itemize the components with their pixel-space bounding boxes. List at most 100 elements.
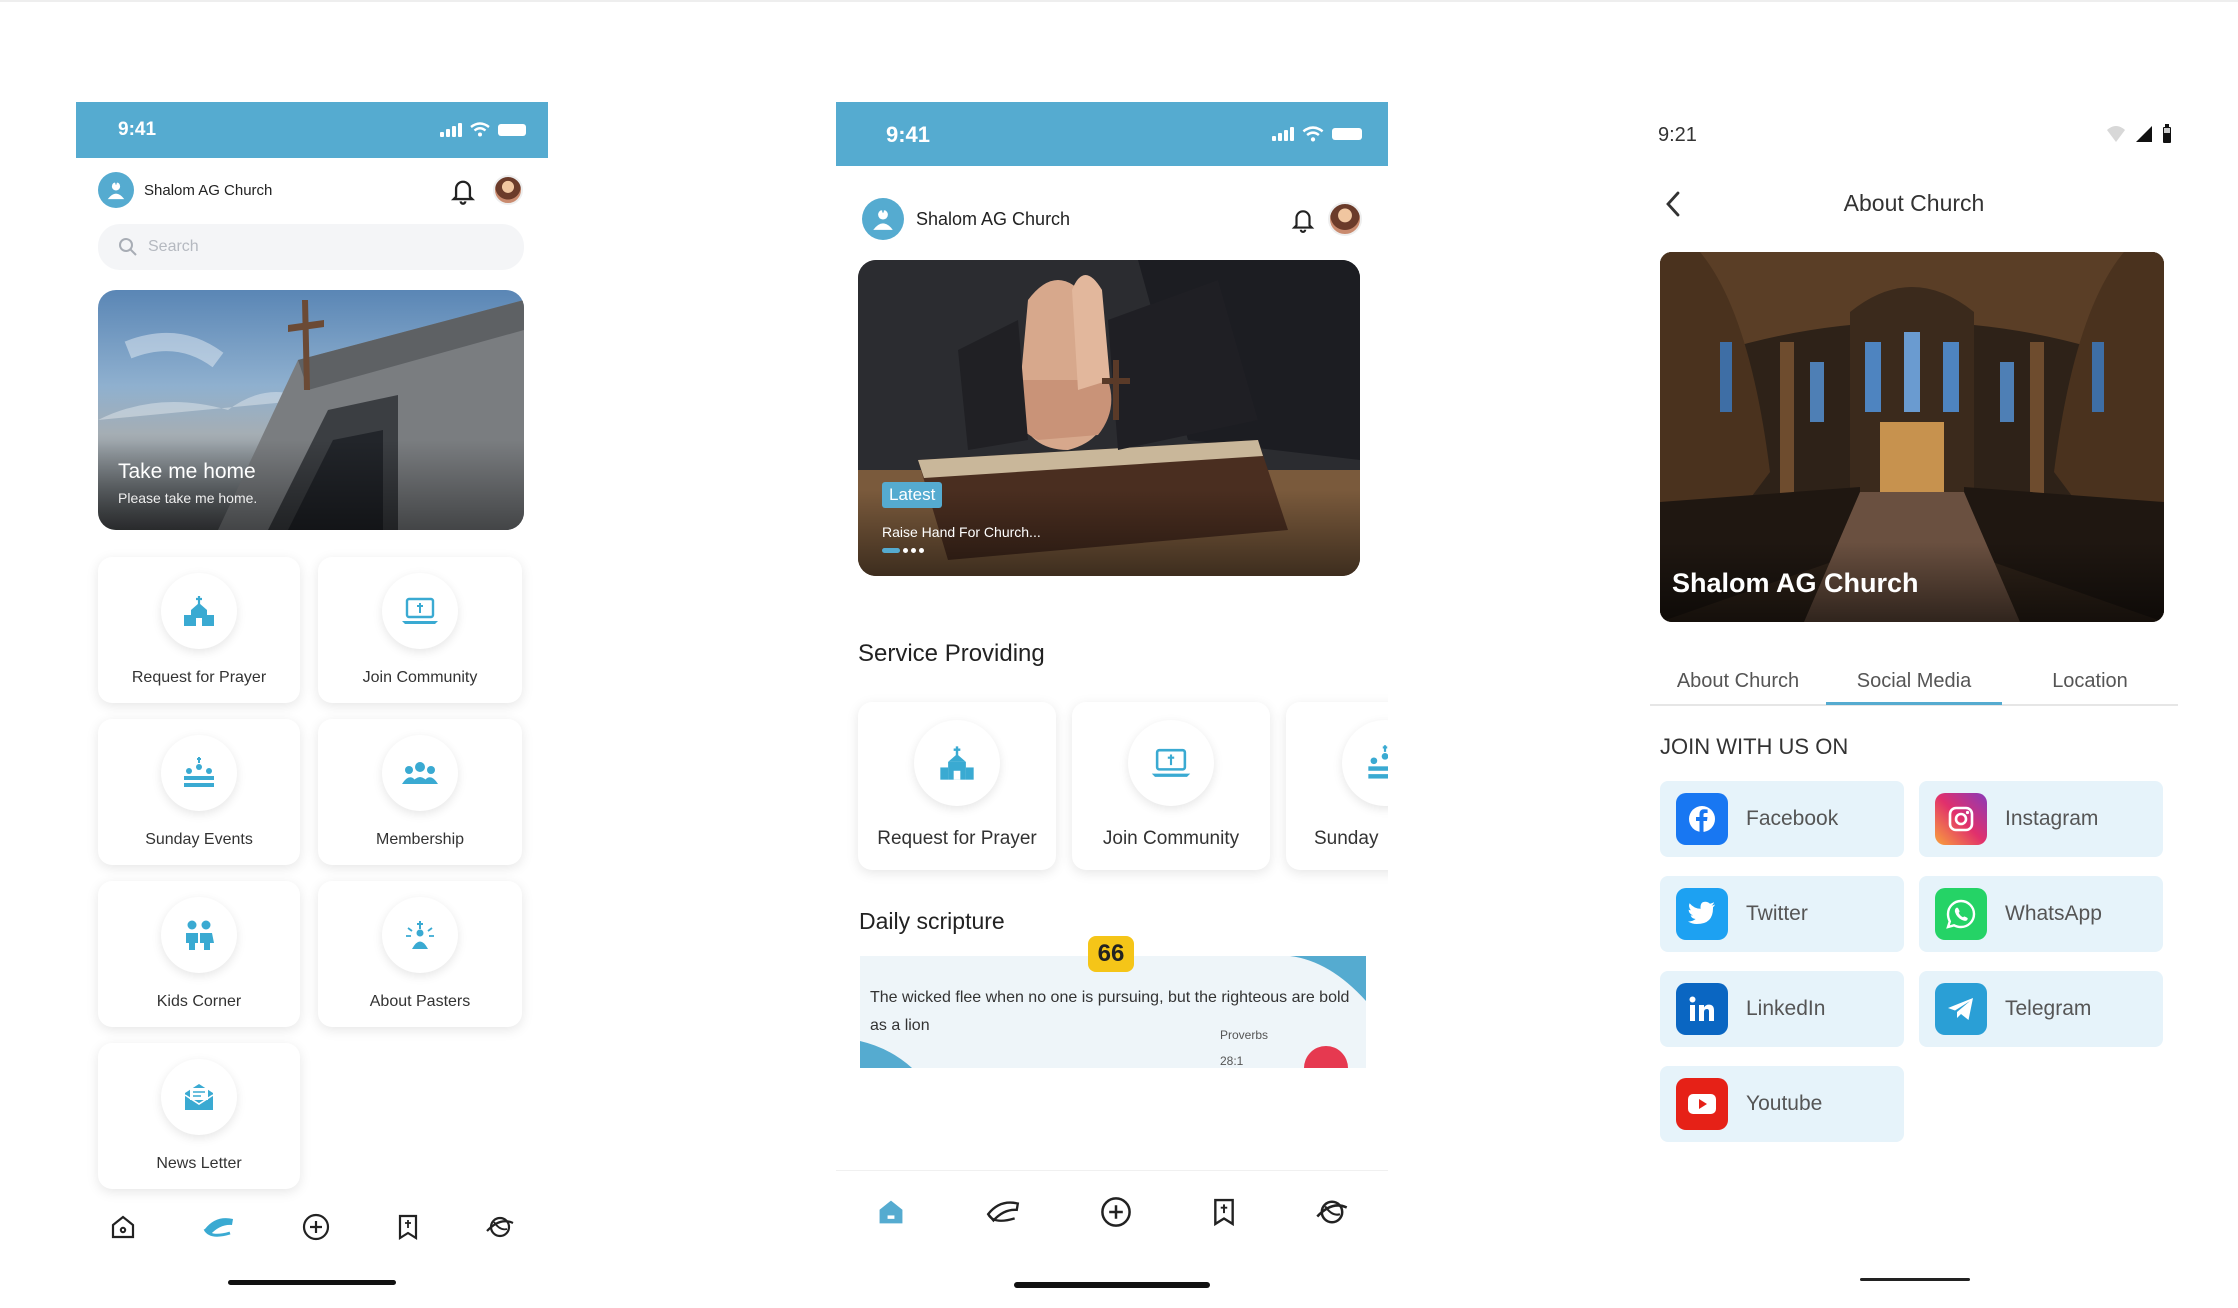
service-card-join-community[interactable]: Join Community bbox=[1072, 702, 1270, 870]
phone-screen-home-grid: 9:41 Shalom AG Church Search Take me hom… bbox=[76, 102, 548, 1302]
church-logo-icon bbox=[862, 198, 904, 240]
social-telegram[interactable]: Telegram bbox=[1919, 971, 2163, 1047]
signal-icon bbox=[1272, 127, 1294, 141]
church-interior-card: Shalom AG Church bbox=[1660, 252, 2164, 622]
service-card-sunday-events[interactable]: Sunday Events bbox=[98, 719, 300, 865]
search-placeholder: Search bbox=[148, 238, 199, 255]
scripture-book: Proverbs bbox=[1220, 1028, 1269, 1042]
social-label: Instagram bbox=[2005, 807, 2099, 830]
app-header: Shalom AG Church bbox=[98, 172, 272, 208]
battery-icon bbox=[2163, 124, 2171, 143]
latest-slider-card[interactable]: Latest Raise Hand For Church... bbox=[858, 260, 1360, 576]
bottom-nav bbox=[76, 1202, 548, 1252]
scripture-reference: 28:1 bbox=[1220, 1054, 1244, 1068]
service-card-kids-corner[interactable]: Kids Corner bbox=[98, 881, 300, 1027]
service-card-membership[interactable]: Membership bbox=[318, 719, 522, 865]
search-icon bbox=[119, 238, 137, 256]
social-youtube[interactable]: Youtube bbox=[1660, 1066, 1904, 1142]
dot bbox=[911, 548, 916, 553]
service-card-request-prayer[interactable]: Request for Prayer bbox=[98, 557, 300, 703]
quote-bubble-icon: 66 bbox=[1088, 936, 1134, 972]
status-icons bbox=[2106, 124, 2172, 144]
service-label: Kids Corner bbox=[156, 993, 242, 1010]
social-label: Telegram bbox=[2005, 997, 2092, 1020]
youtube-icon bbox=[1676, 1078, 1728, 1130]
social-linkedin[interactable]: LinkedIn bbox=[1660, 971, 1904, 1047]
instagram-icon bbox=[1935, 793, 1987, 845]
home-icon[interactable] bbox=[875, 1196, 907, 1228]
tab-social-media[interactable]: Social Media bbox=[1826, 670, 2002, 693]
notification-bell-icon[interactable] bbox=[1290, 205, 1316, 235]
social-whatsapp[interactable]: WhatsApp bbox=[1919, 876, 2163, 952]
social-label: WhatsApp bbox=[2005, 902, 2102, 925]
add-icon[interactable] bbox=[301, 1212, 331, 1242]
user-avatar[interactable] bbox=[1328, 202, 1362, 236]
scripture-text: The wicked flee when no one is pursuing,… bbox=[870, 989, 1350, 1034]
congregation-icon bbox=[161, 735, 237, 811]
banner-subtitle: Please take me home. bbox=[118, 490, 258, 506]
facebook-icon bbox=[1676, 793, 1728, 845]
bible-icon[interactable] bbox=[985, 1197, 1021, 1227]
tab-location[interactable]: Location bbox=[2002, 670, 2178, 693]
bookmark-icon[interactable] bbox=[396, 1213, 420, 1241]
bible-icon[interactable] bbox=[202, 1213, 236, 1241]
app-name: Shalom AG Church bbox=[144, 181, 273, 199]
add-icon[interactable] bbox=[1099, 1195, 1133, 1229]
nav-divider bbox=[836, 1170, 1388, 1171]
church-icon bbox=[914, 720, 1000, 806]
service-label: About Pasters bbox=[369, 993, 471, 1010]
phone-screen-about-church: 9:21 About Church Shalom AG Church About… bbox=[1634, 102, 2194, 1302]
dot bbox=[903, 548, 908, 553]
social-label: Twitter bbox=[1746, 902, 1808, 925]
tab-bar: About Church Social Media Location bbox=[1650, 666, 2178, 706]
banner-card[interactable]: Take me home Please take me home. bbox=[98, 290, 524, 530]
image-caption: Shalom AG Church bbox=[1672, 568, 1919, 598]
bookmark-icon[interactable] bbox=[1211, 1196, 1237, 1228]
group-icon bbox=[382, 735, 458, 811]
home-indicator bbox=[228, 1280, 396, 1285]
status-bar: 9:41 bbox=[836, 102, 1388, 166]
status-time: 9:41 bbox=[886, 122, 931, 147]
active-dot bbox=[882, 548, 900, 553]
social-instagram[interactable]: Instagram bbox=[1919, 781, 2163, 857]
wifi-icon bbox=[2107, 126, 2125, 142]
slider-dots[interactable] bbox=[882, 548, 924, 553]
service-label: Sunday bbox=[1314, 828, 1379, 849]
social-facebook[interactable]: Facebook bbox=[1660, 781, 1904, 857]
tab-about-church[interactable]: About Church bbox=[1650, 670, 1826, 693]
telegram-icon bbox=[1935, 983, 1987, 1035]
social-twitter[interactable]: Twitter bbox=[1660, 876, 1904, 952]
globe-icon[interactable] bbox=[1315, 1196, 1349, 1228]
home-icon[interactable] bbox=[109, 1213, 137, 1241]
service-card-about-pasters[interactable]: About Pasters bbox=[318, 881, 522, 1027]
status-bar: 9:41 bbox=[76, 102, 548, 158]
service-card-join-community[interactable]: Join Community bbox=[318, 557, 522, 703]
globe-icon[interactable] bbox=[485, 1213, 515, 1241]
wifi-icon bbox=[470, 122, 490, 137]
scripture-card[interactable]: The wicked flee when no one is pursuing,… bbox=[860, 956, 1366, 1068]
service-card-news-letter[interactable]: News Letter bbox=[98, 1043, 300, 1189]
banner-title: Take me home bbox=[118, 460, 256, 483]
service-card-sunday[interactable]: Sunday bbox=[1286, 702, 1388, 870]
user-avatar[interactable] bbox=[493, 175, 523, 205]
church-icon bbox=[161, 573, 237, 649]
twitter-icon bbox=[1676, 888, 1728, 940]
status-icons bbox=[440, 122, 526, 137]
battery-icon bbox=[498, 123, 526, 136]
notification-bell-icon[interactable] bbox=[449, 176, 477, 206]
service-label: Sunday Events bbox=[145, 831, 253, 848]
service-card-request-prayer[interactable]: Request for Prayer bbox=[858, 702, 1056, 870]
top-divider bbox=[0, 0, 2238, 2]
social-label: Facebook bbox=[1746, 807, 1839, 830]
status-time: 9:21 bbox=[1658, 124, 1697, 146]
app-name: Shalom AG Church bbox=[916, 208, 1071, 229]
service-label: News Letter bbox=[156, 1155, 242, 1172]
phone-screen-home-feed: 9:41 Shalom AG Church Latest Raise Hand … bbox=[836, 102, 1388, 1302]
signal-icon bbox=[2136, 126, 2152, 142]
linkedin-icon bbox=[1676, 983, 1728, 1035]
service-label: Request for Prayer bbox=[877, 828, 1037, 849]
home-indicator bbox=[1860, 1278, 1970, 1281]
search-input[interactable]: Search bbox=[98, 224, 524, 270]
service-label: Join Community bbox=[362, 669, 478, 686]
social-label: LinkedIn bbox=[1746, 997, 1826, 1020]
